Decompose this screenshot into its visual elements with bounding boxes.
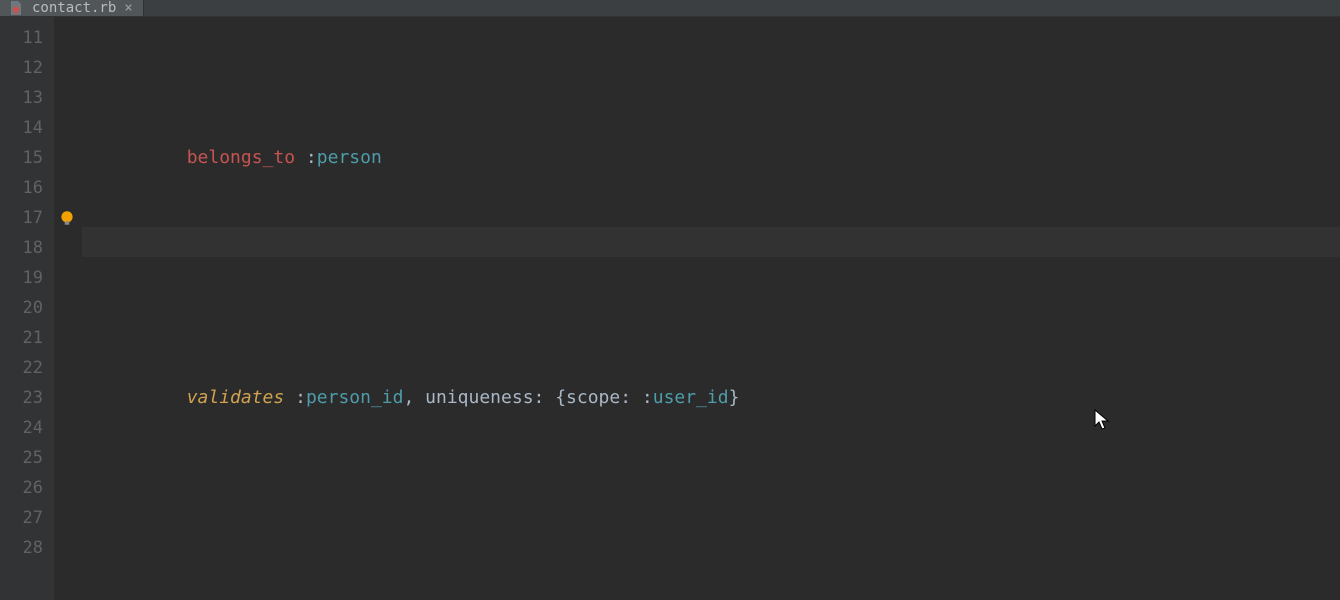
- line-number[interactable]: 19: [0, 263, 43, 293]
- line-number[interactable]: 24: [0, 413, 43, 443]
- code-line[interactable]: [100, 503, 1340, 533]
- code-area[interactable]: belongs_to :person validates :person_id,…: [82, 17, 1340, 600]
- line-number[interactable]: 17: [0, 203, 43, 233]
- annotation-gutter: [54, 17, 82, 600]
- line-number[interactable]: 25: [0, 443, 43, 473]
- keyword-belongs_to: belongs_to: [187, 147, 295, 168]
- line-number[interactable]: 26: [0, 473, 43, 503]
- keyword-validates: validates: [187, 387, 285, 408]
- line-number[interactable]: 27: [0, 503, 43, 533]
- line-number[interactable]: 21: [0, 323, 43, 353]
- line-number[interactable]: 13: [0, 83, 43, 113]
- line-number[interactable]: 22: [0, 353, 43, 383]
- code-line[interactable]: [100, 263, 1340, 293]
- editor-root: contact.rb × 111213141516171819202122232…: [0, 0, 1340, 600]
- code-line[interactable]: validates :person_id, uniqueness: {scope…: [100, 383, 1340, 413]
- line-number[interactable]: 12: [0, 53, 43, 83]
- mouse-cursor-icon: [1094, 409, 1112, 431]
- line-number[interactable]: 28: [0, 533, 43, 563]
- line-number[interactable]: 18: [0, 233, 43, 263]
- close-icon[interactable]: ×: [124, 0, 132, 16]
- code-line[interactable]: belongs_to :person: [100, 143, 1340, 173]
- tab-filename: contact.rb: [32, 0, 116, 16]
- intention-bulb-icon[interactable]: [58, 209, 76, 227]
- line-number[interactable]: 23: [0, 383, 43, 413]
- file-tab[interactable]: contact.rb ×: [0, 0, 144, 16]
- line-number[interactable]: 14: [0, 113, 43, 143]
- line-number[interactable]: 20: [0, 293, 43, 323]
- editor-body: 111213141516171819202122232425262728 bel…: [0, 17, 1340, 600]
- line-number[interactable]: 15: [0, 143, 43, 173]
- line-number-gutter[interactable]: 111213141516171819202122232425262728: [0, 17, 54, 600]
- ruby-file-icon: [8, 0, 24, 16]
- tab-bar: contact.rb ×: [0, 0, 1340, 17]
- line-number[interactable]: 16: [0, 173, 43, 203]
- line-number[interactable]: 11: [0, 23, 43, 53]
